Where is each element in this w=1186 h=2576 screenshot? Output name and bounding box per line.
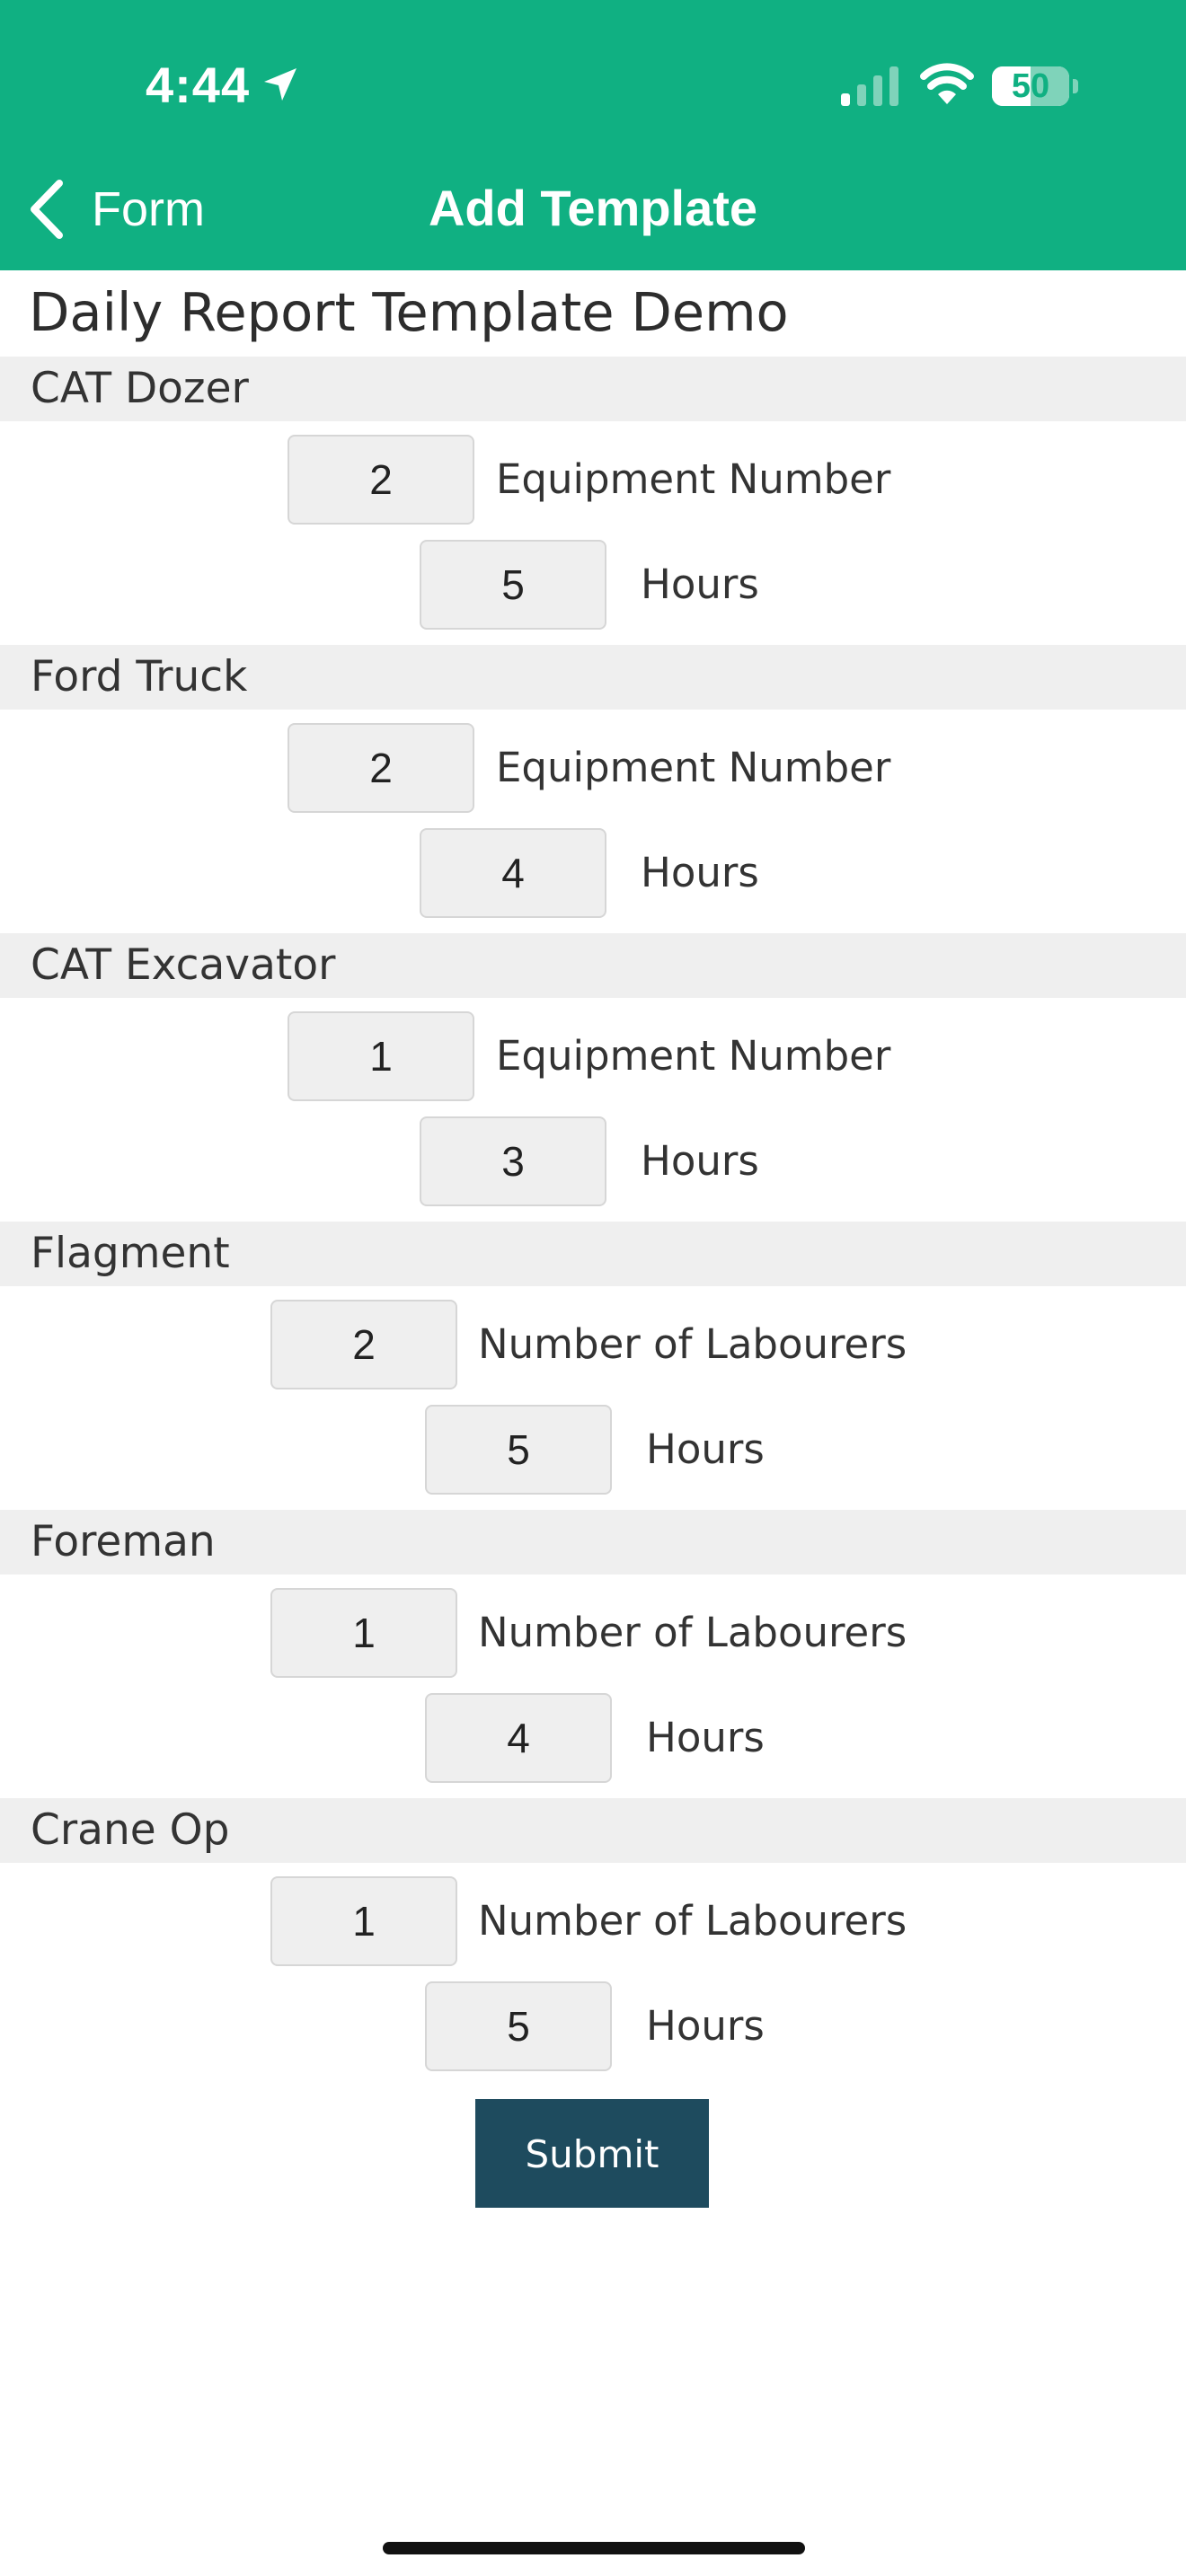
hours-input[interactable]: 5: [425, 1405, 612, 1495]
field-label: Number of Labourers: [478, 1609, 907, 1656]
section-title: Ford Truck: [31, 652, 248, 701]
cellular-signal-icon: [841, 66, 898, 106]
equipment-number-input[interactable]: 2: [288, 435, 474, 525]
section-header: Foreman: [0, 1510, 1186, 1575]
section-title: Crane Op: [31, 1805, 230, 1855]
home-indicator: [383, 2542, 805, 2554]
section-title: Flagment: [31, 1229, 230, 1278]
labourers-count-input[interactable]: 1: [270, 1876, 457, 1966]
field-label: Hours: [641, 849, 759, 896]
section-title: Foreman: [31, 1517, 216, 1566]
status-time: 4:44: [146, 57, 251, 113]
navigation-header: 4:44 50 Form Add Template: [0, 0, 1186, 270]
equipment-number-input[interactable]: 1: [288, 1011, 474, 1101]
field-label: Equipment Number: [496, 1032, 891, 1080]
field-label: Hours: [646, 1425, 765, 1473]
field-label: Equipment Number: [496, 455, 891, 503]
field-label: Number of Labourers: [478, 1897, 907, 1945]
page-title: Add Template: [428, 180, 758, 236]
hours-input[interactable]: 5: [420, 540, 606, 630]
field-label: Hours: [646, 1714, 765, 1761]
field-label: Equipment Number: [496, 744, 891, 791]
hours-input[interactable]: 4: [425, 1693, 612, 1783]
labourers-count-input[interactable]: 1: [270, 1588, 457, 1678]
field-label: Hours: [641, 1137, 759, 1185]
labourers-count-input[interactable]: 2: [270, 1300, 457, 1389]
hours-input[interactable]: 5: [425, 1981, 612, 2071]
location-arrow-icon: [264, 68, 296, 101]
battery-level: 50: [1011, 67, 1050, 105]
hours-input[interactable]: 3: [420, 1116, 606, 1206]
battery-cap: [1073, 79, 1078, 93]
equipment-number-input[interactable]: 2: [288, 723, 474, 813]
wifi-icon: [920, 63, 974, 104]
submit-button[interactable]: Submit: [475, 2099, 709, 2208]
form-title: Daily Report Template Demo: [29, 281, 789, 343]
field-label: Hours: [641, 560, 759, 608]
section-header: Flagment: [0, 1222, 1186, 1286]
field-label: Number of Labourers: [478, 1320, 907, 1368]
section-header: CAT Dozer: [0, 357, 1186, 421]
hours-input[interactable]: 4: [420, 828, 606, 918]
battery-icon: 50: [992, 66, 1069, 106]
field-label: Hours: [646, 2002, 765, 2050]
section-header: Ford Truck: [0, 645, 1186, 710]
section-header: Crane Op: [0, 1798, 1186, 1863]
section-title: CAT Dozer: [31, 364, 249, 413]
section-title: CAT Excavator: [31, 940, 336, 990]
section-header: CAT Excavator: [0, 933, 1186, 998]
